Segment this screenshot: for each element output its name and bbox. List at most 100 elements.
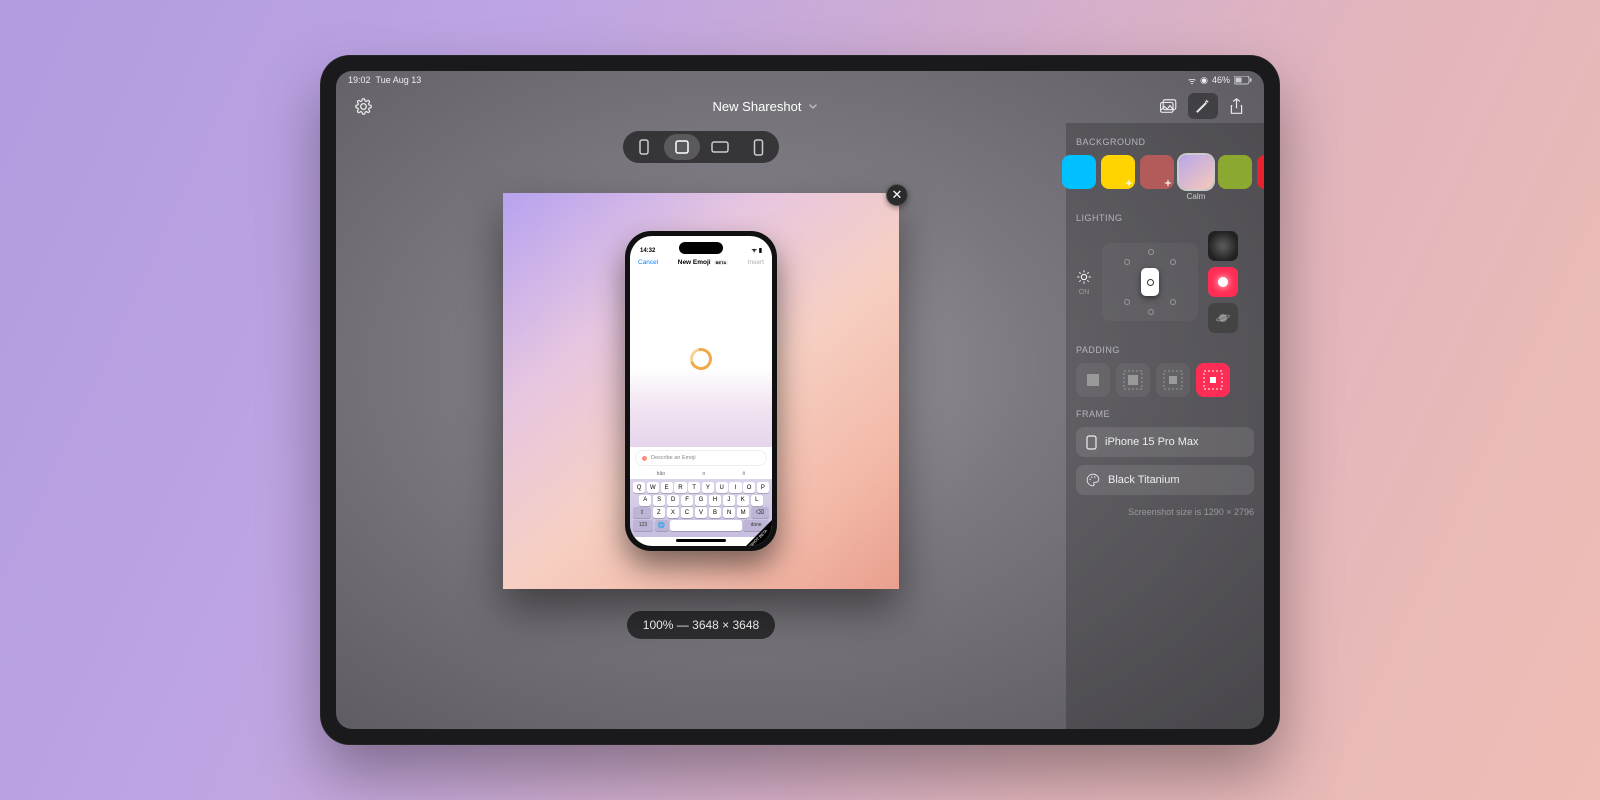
size-hint: Screenshot size is 1290 × 2796 [1076,507,1254,517]
device-mockup: 14:32 ᯤ ▮ Cancel New EmojiBETA Insert [625,231,777,551]
share-button[interactable] [1222,93,1252,119]
lighting-toggle[interactable]: ON [1076,269,1092,296]
key-space [670,520,741,531]
frame-device-label: iPhone 15 Pro Max [1105,436,1199,448]
preview-wrap: 14:32 ᯤ ▮ Cancel New EmojiBETA Insert [503,193,899,589]
phone-nav-title: New Emoji [678,259,711,266]
settings-button[interactable] [348,93,378,119]
sun-icon [1076,269,1092,285]
aspect-landscape[interactable] [702,134,738,160]
corner-badge: SHARESHOT BETA [744,518,772,546]
key-p: P [757,482,769,493]
padding-options [1076,363,1254,397]
aspect-square[interactable] [664,134,700,160]
wifi-icon: ᯤ [1188,74,1196,87]
padding-medium[interactable] [1156,363,1190,397]
document-title: New Shareshot [713,99,802,114]
main-area: 14:32 ᯤ ▮ Cancel New EmojiBETA Insert [336,123,1264,729]
key-u: U [716,482,728,493]
bg-swatch-1[interactable] [1101,155,1135,189]
padding-large[interactable] [1196,363,1230,397]
key-n: N [723,507,736,518]
key-c: C [681,507,694,518]
document-title-group[interactable]: New Shareshot [713,99,820,114]
key-t: T [688,482,700,493]
key-b: B [709,507,722,518]
key-backspace: ⌫ [751,507,769,518]
bg-swatch-2[interactable] [1140,155,1174,189]
phone-content [630,270,772,447]
phone-input: Describe an Emoji [636,451,766,465]
bg-swatch-3[interactable] [1179,155,1213,189]
sidebar: BACKGROUND Calm LIGHTING ON [1066,123,1264,729]
key-w: W [647,482,659,493]
key-z: Z [653,507,666,518]
phone-nav-badge: BETA [714,260,729,265]
chevron-down-icon [807,100,819,112]
key-v: V [695,507,708,518]
suggest-2: o [702,471,705,477]
key-y: Y [702,482,714,493]
key-l: L [751,495,763,506]
photos-icon [1160,99,1178,114]
background-label: BACKGROUND [1076,137,1254,147]
bg-swatch-0[interactable] [1062,155,1096,189]
home-indicator [676,539,726,542]
background-swatches: Calm [1062,155,1254,201]
suggest-3: ō [743,471,746,477]
canvas-area: 14:32 ᯤ ▮ Cancel New EmojiBETA Insert [336,123,1066,729]
key-123: 123 [633,520,653,531]
padding-small[interactable] [1116,363,1150,397]
status-bar: 19:02 Tue Aug 13 ᯤ ◉ 46% [336,71,1264,89]
key-a: A [639,495,651,506]
key-x: X [667,507,680,518]
preview-canvas[interactable]: 14:32 ᯤ ▮ Cancel New EmojiBETA Insert [503,193,899,589]
photos-button[interactable] [1154,93,1184,119]
lighting-direction-grid[interactable] [1102,243,1198,321]
location-icon: ◉ [1200,75,1208,86]
frame-color-label: Black Titanium [1108,474,1180,486]
emoji-ring-icon [686,343,716,373]
close-preview-button[interactable]: ✕ [886,184,908,206]
phone-insert: Insert [748,259,764,266]
aspect-portrait[interactable] [626,134,662,160]
key-s: S [653,495,665,506]
sparkle-icon [1194,98,1211,115]
key-d: D [667,495,679,506]
device-screen: 14:32 ᯤ ▮ Cancel New EmojiBETA Insert [630,236,772,546]
light-style-planet[interactable] [1208,303,1238,333]
aspect-phone[interactable] [740,134,776,160]
magic-button[interactable] [1188,93,1218,119]
dynamic-island [679,242,723,254]
status-time: 19:02 [348,75,371,85]
bg-swatch-5[interactable] [1257,155,1264,189]
key-j: J [723,495,735,506]
frame-device-button[interactable]: iPhone 15 Pro Max [1076,427,1254,457]
share-icon [1229,98,1244,115]
lighting-center[interactable] [1141,268,1159,296]
frame-color-button[interactable]: Black Titanium [1076,465,1254,495]
key-q: Q [633,482,645,493]
phone-icon [1086,435,1097,450]
key-f: F [681,495,693,506]
battery-pct: 46% [1212,75,1230,85]
suggest-1: hǎo [657,471,665,477]
key-globe: 🌐 [655,520,669,531]
padding-none[interactable] [1076,363,1110,397]
key-shift: ⇧ [633,507,651,518]
phone-placeholder: Describe an Emoji [651,455,696,461]
padding-label: PADDING [1076,345,1254,355]
status-date: Tue Aug 13 [376,75,422,85]
light-style-dark[interactable] [1208,231,1238,261]
key-o: O [743,482,755,493]
aspect-ratio-selector [623,131,779,163]
gear-icon [355,98,372,115]
phone-cancel: Cancel [638,259,658,266]
zoom-indicator[interactable]: 100% — 3648 × 3648 [627,611,775,639]
key-r: R [674,482,686,493]
app-screen: 19:02 Tue Aug 13 ᯤ ◉ 46% New Shareshot [336,71,1264,729]
ipad-frame: 19:02 Tue Aug 13 ᯤ ◉ 46% New Shareshot [320,55,1280,745]
bg-swatch-4[interactable] [1218,155,1252,189]
light-style-pink[interactable] [1208,267,1238,297]
palette-icon [1086,473,1100,487]
